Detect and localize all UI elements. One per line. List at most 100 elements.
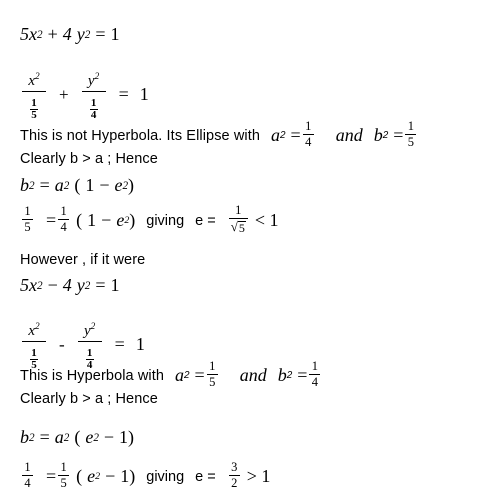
left-paren: ( <box>76 466 83 486</box>
fraction-numerator: y2 <box>84 322 96 339</box>
b-symbol: b <box>277 365 287 385</box>
operator-plus: + <box>47 24 58 44</box>
variable-x: x <box>29 24 37 44</box>
eccentricity-label: e = <box>195 468 216 485</box>
e-symbol: e <box>116 210 125 231</box>
fraction-numerator: x2 <box>28 322 40 339</box>
equals-sign: = <box>95 24 106 44</box>
exponent-two: 2 <box>37 28 43 41</box>
left-paren: ( <box>74 175 81 195</box>
hyperbola-statement-text: This is Hyperbola with <box>20 367 165 384</box>
b-symbol: b <box>20 175 29 195</box>
comparison-less-than-one: < 1 <box>254 210 279 231</box>
inner-fraction: 1 4 <box>89 96 98 122</box>
coefficient-x: 5 <box>20 275 29 295</box>
ellipse-statement-text: This is not Hyperbola. Its Ellipse with <box>20 127 261 144</box>
variable-x: x <box>29 275 37 295</box>
inner-second-term: 1 <box>120 466 130 486</box>
giving-label: giving <box>146 212 185 229</box>
operator-plus: + <box>59 84 69 104</box>
eccentricity-label: e = <box>195 212 216 229</box>
b-symbol: b <box>373 125 383 145</box>
variable-y: y <box>76 275 85 295</box>
ellipse-clearly-line: Clearly b > a ; Hence <box>20 151 158 167</box>
equals-sign: = <box>290 125 301 145</box>
equals-sign: = <box>114 334 125 355</box>
lhs-fraction: 1 4 <box>22 461 33 490</box>
inner-first-term: 1 <box>87 210 97 231</box>
e-symbol: e <box>114 175 123 195</box>
inner-operator: − <box>103 427 115 447</box>
hyperbola-general-equation: 5x2 − 4y2 = 1 <box>20 275 120 295</box>
rhs-value: 1 <box>135 334 145 355</box>
equals-sign: = <box>297 365 308 385</box>
conjunction-and: and <box>239 365 267 385</box>
lhs-fraction: 1 5 <box>22 205 33 234</box>
right-paren: ) <box>129 210 136 231</box>
giving-label: giving <box>146 468 185 485</box>
ellipse-standard-equation: x2 1 5 + y2 1 4 = 1 <box>20 70 149 122</box>
right-paren: ) <box>128 175 135 195</box>
rhs-value: 1 <box>110 275 120 295</box>
hyperbola-statement-line: This is Hyperbola with a2 = 1 5 and b2 =… <box>20 360 322 390</box>
inner-first-term: 1 <box>85 175 95 195</box>
hyperbola-clearly-line: Clearly b > a ; Hence <box>20 391 158 407</box>
fraction-numerator: x2 <box>28 72 40 89</box>
ellipse-general-equation: 5x2 + 4y2 = 1 <box>20 24 119 45</box>
left-paren: ( <box>76 210 83 231</box>
ellipse-relation-equation: b2 = a2 ( 1 − e 2) <box>20 175 135 195</box>
rhs-fraction: 1 4 <box>58 205 70 234</box>
equals-sign: = <box>39 175 50 195</box>
fraction-denominator: 1 4 <box>89 92 98 122</box>
sqrt-denominator: √ 5 <box>229 220 248 236</box>
a-symbol: a <box>54 427 64 447</box>
coefficient-x: 5 <box>20 24 29 44</box>
operator-minus: - <box>59 334 65 354</box>
a-squared-value-fraction: 1 5 <box>206 360 218 389</box>
variable-y: y <box>76 24 85 44</box>
ellipse-substitution-equation: 1 5 = 1 4 ( 1 − e 2) giving e = 1 √ 5 < 1 <box>20 204 279 237</box>
fraction-x-over-a-squared: x2 1 5 <box>22 72 46 122</box>
fraction-numerator: y2 <box>87 72 100 89</box>
inner-operator: − <box>105 466 116 486</box>
a-symbol: a <box>175 365 185 385</box>
b-squared-value-fraction: 1 4 <box>309 360 321 389</box>
inner-operator: − <box>101 210 112 231</box>
comparison-greater-than-one: > 1 <box>246 466 271 486</box>
coefficient-y: 4 <box>62 275 72 295</box>
right-paren: ) <box>128 427 135 447</box>
right-paren: ) <box>129 466 136 486</box>
left-paren: ( <box>74 427 81 447</box>
inner-operator: − <box>99 175 110 195</box>
equals-sign: = <box>194 365 205 385</box>
rhs-fraction: 1 5 <box>58 461 70 490</box>
equals-sign: = <box>95 275 106 295</box>
operator-minus: − <box>47 275 58 295</box>
conjunction-and: and <box>335 125 363 145</box>
hyperbola-substitution-equation: 1 4 = 1 5 ( e2 − 1) giving e = 3 2 > 1 <box>20 461 271 491</box>
equals-sign: = <box>46 466 57 486</box>
rhs-value: 1 <box>110 24 120 44</box>
b-symbol: b <box>20 427 29 447</box>
rhs-value: 1 <box>139 84 149 105</box>
inner-second-term: 1 <box>119 427 129 447</box>
a-symbol: a <box>54 175 64 195</box>
b-squared-value-fraction: 1 5 <box>405 120 417 149</box>
fraction-y-over-b-squared: y2 1 4 <box>81 72 106 122</box>
fraction-denominator: 1 5 <box>30 92 38 122</box>
exponent-two: 2 <box>84 28 91 41</box>
coefficient-y: 4 <box>62 24 72 44</box>
a-squared-value-fraction: 1 4 <box>302 120 314 149</box>
eccentricity-value-fraction: 1 √ 5 <box>228 204 248 236</box>
a-symbol: a <box>271 125 281 145</box>
hyperbola-intro-line: However , if it were <box>20 252 146 268</box>
equals-sign: = <box>118 84 129 105</box>
eccentricity-value-fraction: 3 2 <box>228 461 240 490</box>
hyperbola-relation-equation: b2 = a2 ( e2 − 1) <box>20 427 135 447</box>
equals-sign: = <box>393 125 404 145</box>
sqrt-icon: √ 5 <box>230 219 246 235</box>
ellipse-statement-line: This is not Hyperbola. Its Ellipse with … <box>20 120 418 150</box>
e-symbol: e <box>85 427 94 447</box>
e-symbol: e <box>87 466 96 486</box>
equals-sign: = <box>39 427 50 447</box>
